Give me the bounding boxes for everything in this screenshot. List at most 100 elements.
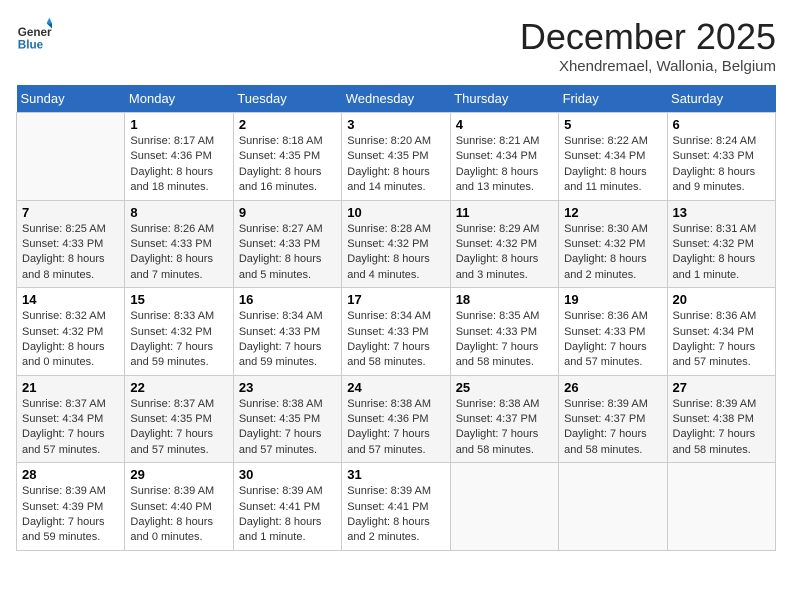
cell-info: Sunrise: 8:22 AMSunset: 4:34 PMDaylight:…: [564, 134, 661, 196]
daylight-text: Daylight: 8 hours and 8 minutes.: [22, 252, 119, 283]
calendar-cell: [559, 463, 667, 551]
day-number: 8: [130, 205, 227, 220]
sunrise-text: Sunrise: 8:39 AM: [673, 397, 770, 412]
day-number: 26: [564, 380, 661, 395]
sunset-text: Sunset: 4:32 PM: [130, 325, 227, 340]
sunrise-text: Sunrise: 8:33 AM: [130, 309, 227, 324]
day-header-saturday: Saturday: [667, 85, 775, 113]
daylight-text: Daylight: 8 hours and 13 minutes.: [456, 165, 553, 196]
sunrise-text: Sunrise: 8:28 AM: [347, 222, 444, 237]
daylight-text: Daylight: 8 hours and 7 minutes.: [130, 252, 227, 283]
sunrise-text: Sunrise: 8:29 AM: [456, 222, 553, 237]
cell-info: Sunrise: 8:26 AMSunset: 4:33 PMDaylight:…: [130, 222, 227, 284]
daylight-text: Daylight: 8 hours and 2 minutes.: [564, 252, 661, 283]
cell-info: Sunrise: 8:28 AMSunset: 4:32 PMDaylight:…: [347, 222, 444, 284]
day-number: 16: [239, 292, 336, 307]
calendar-cell: 20 Sunrise: 8:36 AMSunset: 4:34 PMDayligh…: [667, 288, 775, 376]
calendar-cell: 19Sunrise: 8:36 AMSunset: 4:33 PMDayligh…: [559, 288, 667, 376]
cell-info: Sunrise: 8:38 AMSunset: 4:36 PMDaylight:…: [347, 397, 444, 459]
sunrise-text: Sunrise: 8:21 AM: [456, 134, 553, 149]
cell-info: Sunrise: 8:37 AMSunset: 4:34 PMDaylight:…: [22, 397, 119, 459]
cell-info: Sunrise: 8:25 AMSunset: 4:33 PMDaylight:…: [22, 222, 119, 284]
day-number: 13: [673, 205, 770, 220]
calendar-cell: 2Sunrise: 8:18 AMSunset: 4:35 PMDaylight…: [233, 113, 341, 201]
sunrise-text: Sunrise: 8:39 AM: [239, 484, 336, 499]
sunset-text: Sunset: 4:33 PM: [239, 237, 336, 252]
calendar-cell: [450, 463, 558, 551]
calendar-cell: 18Sunrise: 8:35 AMSunset: 4:33 PMDayligh…: [450, 288, 558, 376]
calendar-cell: 31Sunrise: 8:39 AMSunset: 4:41 PMDayligh…: [342, 463, 450, 551]
cell-info: Sunrise: 8:35 AMSunset: 4:33 PMDaylight:…: [456, 309, 553, 371]
sunset-text: Sunset: 4:34 PM: [22, 412, 119, 427]
daylight-text: Daylight: 7 hours and 58 minutes.: [347, 340, 444, 371]
day-number: 31: [347, 467, 444, 482]
calendar-cell: 28 Sunrise: 8:39 AMSunset: 4:39 PMDayligh…: [17, 463, 125, 551]
sunrise-text: Sunrise: 8:37 AM: [22, 397, 119, 412]
day-number: 23: [239, 380, 336, 395]
svg-text:Blue: Blue: [18, 38, 44, 51]
day-number: 14: [22, 292, 119, 307]
location-subtitle: Xhendremael, Wallonia, Belgium: [520, 58, 776, 75]
calendar-cell: 24 Sunrise: 8:38 AMSunset: 4:36 PMDayligh…: [342, 375, 450, 463]
sunset-text: Sunset: 4:35 PM: [239, 149, 336, 164]
day-number: 7: [22, 205, 119, 220]
day-number: 19: [564, 292, 661, 307]
cell-info: Sunrise: 8:36 AMSunset: 4:34 PMDaylight:…: [673, 309, 770, 371]
sunset-text: Sunset: 4:35 PM: [239, 412, 336, 427]
sunset-text: Sunset: 4:38 PM: [673, 412, 770, 427]
calendar-cell: 8 Sunrise: 8:26 AMSunset: 4:33 PMDaylight…: [125, 200, 233, 288]
calendar-week-row: 7 Sunrise: 8:25 AMSunset: 4:33 PMDaylight…: [17, 200, 776, 288]
sunrise-text: Sunrise: 8:34 AM: [239, 309, 336, 324]
svg-text:General: General: [18, 26, 52, 39]
day-number: 1: [130, 117, 227, 132]
sunrise-text: Sunrise: 8:26 AM: [130, 222, 227, 237]
calendar-cell: 30Sunrise: 8:39 AMSunset: 4:41 PMDayligh…: [233, 463, 341, 551]
calendar-cell: 9Sunrise: 8:27 AMSunset: 4:33 PMDaylight…: [233, 200, 341, 288]
sunset-text: Sunset: 4:34 PM: [456, 149, 553, 164]
logo: General Blue: [16, 16, 56, 52]
sunset-text: Sunset: 4:33 PM: [22, 237, 119, 252]
daylight-text: Daylight: 7 hours and 57 minutes.: [239, 427, 336, 458]
cell-info: Sunrise: 8:37 AMSunset: 4:35 PMDaylight:…: [130, 397, 227, 459]
sunrise-text: Sunrise: 8:37 AM: [130, 397, 227, 412]
sunset-text: Sunset: 4:33 PM: [456, 325, 553, 340]
daylight-text: Daylight: 7 hours and 58 minutes.: [564, 427, 661, 458]
sunrise-text: Sunrise: 8:34 AM: [347, 309, 444, 324]
cell-info: Sunrise: 8:34 AMSunset: 4:33 PMDaylight:…: [347, 309, 444, 371]
cell-info: Sunrise: 8:39 AMSunset: 4:37 PMDaylight:…: [564, 397, 661, 459]
day-number: 20: [673, 292, 770, 307]
sunset-text: Sunset: 4:35 PM: [130, 412, 227, 427]
sunrise-text: Sunrise: 8:22 AM: [564, 134, 661, 149]
cell-info: Sunrise: 8:29 AMSunset: 4:32 PMDaylight:…: [456, 222, 553, 284]
day-number: 4: [456, 117, 553, 132]
day-number: 27: [673, 380, 770, 395]
daylight-text: Daylight: 7 hours and 59 minutes.: [22, 515, 119, 546]
day-number: 3: [347, 117, 444, 132]
calendar-cell: 17 Sunrise: 8:34 AMSunset: 4:33 PMDayligh…: [342, 288, 450, 376]
day-number: 10: [347, 205, 444, 220]
calendar-week-row: 28 Sunrise: 8:39 AMSunset: 4:39 PMDayligh…: [17, 463, 776, 551]
day-number: 28: [22, 467, 119, 482]
cell-info: Sunrise: 8:39 AMSunset: 4:40 PMDaylight:…: [130, 484, 227, 546]
sunrise-text: Sunrise: 8:38 AM: [347, 397, 444, 412]
daylight-text: Daylight: 7 hours and 59 minutes.: [130, 340, 227, 371]
cell-info: Sunrise: 8:38 AMSunset: 4:35 PMDaylight:…: [239, 397, 336, 459]
cell-info: Sunrise: 8:39 AMSunset: 4:41 PMDaylight:…: [239, 484, 336, 546]
sunrise-text: Sunrise: 8:39 AM: [347, 484, 444, 499]
sunrise-text: Sunrise: 8:32 AM: [22, 309, 119, 324]
calendar-cell: 13Sunrise: 8:31 AMSunset: 4:32 PMDayligh…: [667, 200, 775, 288]
day-number: 17: [347, 292, 444, 307]
sunset-text: Sunset: 4:33 PM: [130, 237, 227, 252]
daylight-text: Daylight: 8 hours and 2 minutes.: [347, 515, 444, 546]
cell-info: Sunrise: 8:30 AMSunset: 4:32 PMDaylight:…: [564, 222, 661, 284]
sunset-text: Sunset: 4:34 PM: [673, 325, 770, 340]
cell-info: Sunrise: 8:39 AMSunset: 4:39 PMDaylight:…: [22, 484, 119, 546]
day-number: 24: [347, 380, 444, 395]
calendar-cell: 15Sunrise: 8:33 AMSunset: 4:32 PMDayligh…: [125, 288, 233, 376]
calendar-header: SundayMondayTuesdayWednesdayThursdayFrid…: [17, 85, 776, 113]
sunset-text: Sunset: 4:32 PM: [347, 237, 444, 252]
cell-info: Sunrise: 8:34 AMSunset: 4:33 PMDaylight:…: [239, 309, 336, 371]
sunrise-text: Sunrise: 8:17 AM: [130, 134, 227, 149]
daylight-text: Daylight: 8 hours and 5 minutes.: [239, 252, 336, 283]
daylight-text: Daylight: 7 hours and 58 minutes.: [673, 427, 770, 458]
